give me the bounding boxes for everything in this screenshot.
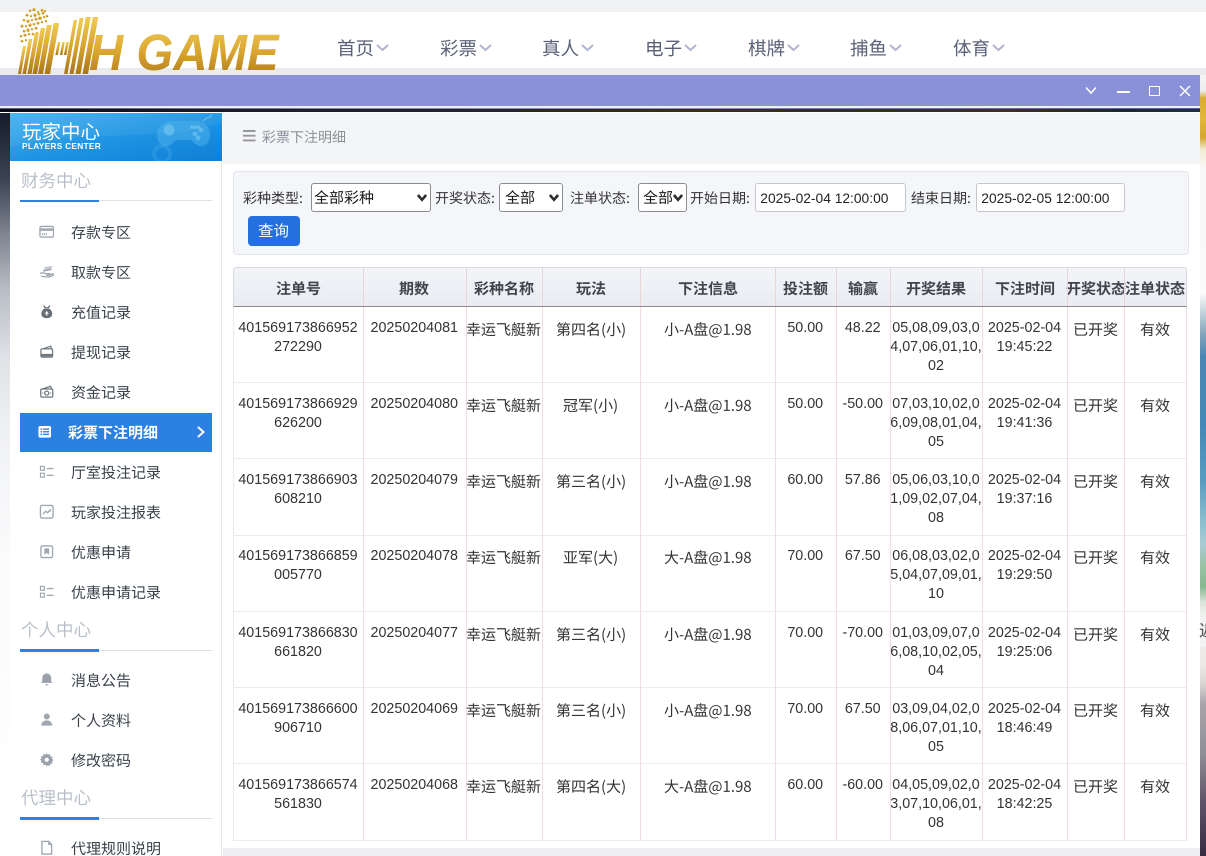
svg-text:H GAME: H GAME <box>89 24 281 74</box>
